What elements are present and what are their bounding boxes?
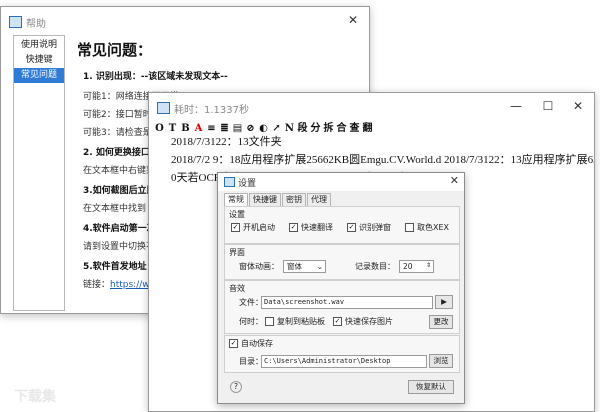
toolbar-translate-button[interactable]: 翻 bbox=[361, 119, 374, 134]
color-xex-checkbox[interactable] bbox=[405, 223, 414, 232]
sidebar-item-shortcuts[interactable]: 快捷键 bbox=[14, 53, 64, 68]
play-button[interactable]: ▶ bbox=[435, 295, 453, 309]
settings-title: 设置 bbox=[238, 179, 257, 189]
records-count-label: 记录数目： bbox=[355, 262, 395, 271]
spinner-icon[interactable]: ⇕ bbox=[426, 260, 431, 271]
sound-file-input[interactable]: Data\screenshot.wav bbox=[261, 296, 433, 309]
toolbar-ocr-icon[interactable]: O bbox=[153, 123, 166, 134]
faq-a3: 在文本框中找到 “ bbox=[83, 204, 154, 214]
watermark: 下载集 bbox=[14, 389, 56, 405]
autostart-checkbox[interactable]: ✓ bbox=[231, 223, 240, 232]
ocr-line-1[interactable]: 2018/7/3122：13文件夹 bbox=[171, 133, 282, 149]
tab-shortcuts[interactable]: 快捷键 bbox=[249, 193, 281, 206]
recognize-popup-label: 识别弹窗 bbox=[359, 223, 391, 232]
tab-proxy[interactable]: 代理 bbox=[307, 193, 331, 206]
when-label: 何时： bbox=[239, 317, 263, 326]
minimize-icon[interactable]: — bbox=[506, 99, 526, 113]
window-animation-select[interactable]: 窗体 ⌄ bbox=[283, 260, 326, 273]
help-title: 帮助 bbox=[26, 19, 46, 30]
group-interface: 界面 窗体动画： 窗体 ⌄ 记录数目： 20 ⇕ bbox=[224, 244, 460, 280]
color-xex-label: 取色XEX bbox=[417, 223, 450, 232]
group-audio: 音效 文件： Data\screenshot.wav ▶ 何时： 复制到粘贴板 … bbox=[224, 280, 460, 334]
toolbar-merge-button[interactable]: 合 bbox=[335, 119, 348, 134]
change-button[interactable]: 更改 bbox=[429, 315, 453, 329]
records-count-stepper[interactable]: 20 ⇕ bbox=[399, 260, 434, 273]
group-audio-label: 音效 bbox=[229, 284, 245, 293]
autostart-label: 开机启动 bbox=[243, 223, 275, 232]
tab-general[interactable]: 常规 bbox=[224, 193, 248, 207]
recognize-popup-checkbox[interactable]: ✓ bbox=[347, 223, 356, 232]
directory-label: 目录： bbox=[239, 357, 263, 366]
page-title: 常见问题： bbox=[77, 41, 153, 59]
settings-titlebar[interactable]: 设置 ✕ bbox=[218, 173, 464, 191]
window-animation-value: 窗体 bbox=[287, 262, 302, 271]
records-count-value: 20 bbox=[403, 262, 413, 271]
quick-save-label: 快速保存图片 bbox=[345, 317, 393, 326]
toolbar-search-button[interactable]: 查 bbox=[348, 119, 361, 134]
faq-q2: 2. 如何更换接口 bbox=[83, 148, 150, 158]
maximize-icon[interactable]: ☐ bbox=[538, 99, 558, 113]
quick-translate-label: 快速翻译 bbox=[301, 223, 333, 232]
help-icon[interactable]: ? bbox=[230, 381, 242, 393]
sidebar-item-faq[interactable]: 常见问题 bbox=[14, 68, 64, 83]
group-interface-label: 界面 bbox=[229, 248, 245, 257]
window-animation-label: 窗体动画： bbox=[239, 262, 279, 271]
directory-input[interactable]: C:\Users\Administrator\Desktop bbox=[261, 355, 427, 368]
reset-default-button[interactable]: 恢复默认 bbox=[408, 380, 454, 394]
app-icon bbox=[224, 177, 235, 187]
ocr-title: 耗时：1.1337秒 bbox=[174, 105, 249, 116]
faq-link-label: 链接： bbox=[83, 280, 111, 290]
faq-q5: 5.软件首发地址 bbox=[83, 262, 147, 272]
autosave-checkbox[interactable]: ✓ bbox=[229, 339, 238, 348]
faq-q1: 1. 识别出现：--该区域未发现文本-- bbox=[83, 72, 228, 82]
group-settings: 设置 ✓ 开机启动 ✓ 快速翻译 ✓ 识别弹窗 取色XEX bbox=[224, 206, 460, 244]
sidebar-item-usage[interactable]: 使用说明 bbox=[14, 38, 64, 53]
close-icon[interactable]: ✕ bbox=[450, 174, 459, 187]
tab-keys[interactable]: 密钥 bbox=[282, 193, 306, 206]
sound-file-label: 文件： bbox=[239, 298, 263, 307]
quick-save-checkbox[interactable]: ✓ bbox=[333, 317, 342, 326]
settings-tabs: 常规 快捷键 密钥 代理 bbox=[224, 193, 332, 207]
copy-clipboard-label: 复制到粘贴板 bbox=[277, 317, 325, 326]
group-settings-label: 设置 bbox=[229, 210, 245, 219]
toolbar-n-icon[interactable]: N bbox=[283, 123, 296, 134]
ocr-titlebar[interactable]: 耗时：1.1337秒 — ☐ ✕ bbox=[149, 93, 594, 121]
app-icon bbox=[9, 16, 22, 28]
settings-dialog: 设置 ✕ 常规 快捷键 密钥 代理 设置 ✓ 开机启动 ✓ 快速翻译 ✓ 识别弹… bbox=[217, 172, 465, 404]
help-titlebar[interactable]: 帮助 ✕ bbox=[1, 7, 369, 35]
close-icon[interactable]: ✕ bbox=[343, 13, 363, 27]
toolbar-break-button[interactable]: 拆 bbox=[322, 119, 335, 134]
toolbar-split-button[interactable]: 分 bbox=[309, 119, 322, 134]
browse-button[interactable]: 浏览 bbox=[429, 354, 453, 368]
help-sidebar: 使用说明 快捷键 常见问题 bbox=[13, 35, 65, 311]
chevron-down-icon: ⌄ bbox=[316, 262, 323, 271]
app-icon bbox=[157, 102, 170, 114]
copy-clipboard-checkbox[interactable] bbox=[265, 317, 274, 326]
ocr-line-2[interactable]: 2018/7/2 9：18应用程序扩展25662KB圆Emgu.CV.World… bbox=[171, 151, 594, 167]
close-icon[interactable]: ✕ bbox=[568, 99, 588, 113]
quick-translate-checkbox[interactable]: ✓ bbox=[289, 223, 298, 232]
autosave-label: 自动保存 bbox=[241, 339, 273, 348]
toolbar-paragraph-button[interactable]: 段 bbox=[296, 119, 309, 134]
group-autosave: ✓ 自动保存 目录： C:\Users\Administrator\Deskto… bbox=[224, 335, 460, 373]
